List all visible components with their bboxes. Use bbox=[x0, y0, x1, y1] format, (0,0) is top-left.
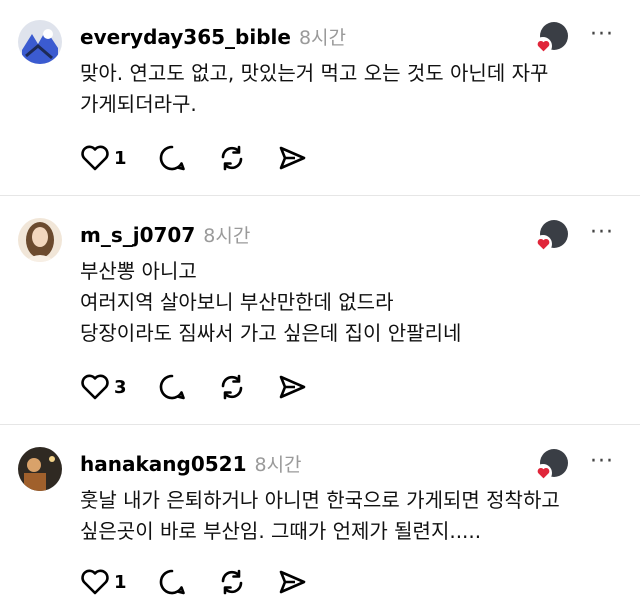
username[interactable]: m_s_j0707 bbox=[80, 223, 195, 247]
comment-icon bbox=[157, 372, 187, 402]
share-button[interactable] bbox=[277, 143, 307, 173]
heart-icon bbox=[534, 235, 552, 253]
liked-by-author-avatar[interactable] bbox=[534, 449, 568, 482]
comment-text: 맞아. 연고도 없고, 맛있는거 먹고 오는 것도 아닌데 자꾸 가게되더라구. bbox=[80, 61, 549, 116]
repost-button[interactable] bbox=[217, 143, 247, 173]
heart-icon bbox=[534, 464, 552, 482]
comment-post: everyday365_bible 8시간 ··· 맞아. 연고도 없고, 맛있… bbox=[0, 0, 640, 195]
reply-button[interactable] bbox=[157, 372, 187, 402]
avatar[interactable] bbox=[18, 447, 62, 491]
more-options-icon[interactable]: ··· bbox=[590, 449, 614, 474]
more-options-icon[interactable]: ··· bbox=[590, 220, 614, 245]
comment-post: hanakang0521 8시간 ··· 훗날 내가 은퇴하거나 아니면 한국으… bbox=[0, 424, 640, 610]
more-options-icon[interactable]: ··· bbox=[590, 22, 614, 47]
heart-icon bbox=[534, 37, 552, 55]
repost-button[interactable] bbox=[217, 567, 247, 597]
like-button[interactable]: 3 bbox=[80, 373, 127, 401]
timestamp: 8시간 bbox=[254, 454, 302, 476]
avatar[interactable] bbox=[18, 218, 62, 262]
username[interactable]: everyday365_bible bbox=[80, 25, 291, 49]
timestamp: 8시간 bbox=[298, 27, 347, 49]
repost-icon bbox=[217, 143, 247, 173]
liked-by-author-avatar[interactable] bbox=[534, 220, 568, 253]
reply-button[interactable] bbox=[157, 567, 187, 597]
like-count: 1 bbox=[114, 147, 127, 169]
comment-icon bbox=[157, 567, 187, 597]
comment-text: 훗날 내가 은퇴하거나 아니면 한국으로 가게되면 정착하고 싶은곳이 바로 부… bbox=[80, 488, 560, 543]
share-button[interactable] bbox=[277, 567, 307, 597]
timestamp: 8시간 bbox=[203, 225, 251, 247]
heart-outline-icon bbox=[80, 568, 110, 596]
avatar[interactable] bbox=[18, 20, 62, 64]
heart-outline-icon bbox=[80, 144, 110, 172]
like-button[interactable]: 1 bbox=[80, 144, 127, 172]
username[interactable]: hanakang0521 bbox=[80, 452, 246, 476]
comment-icon bbox=[157, 143, 187, 173]
repost-icon bbox=[217, 567, 247, 597]
like-count: 3 bbox=[114, 376, 127, 398]
share-button[interactable] bbox=[277, 372, 307, 402]
reply-button[interactable] bbox=[157, 143, 187, 173]
liked-by-author-avatar[interactable] bbox=[534, 22, 568, 55]
comment-text: 부산뽕 아니고 여러지역 살아보니 부산만한데 없드라 당장이라도 짐싸서 가고… bbox=[80, 259, 462, 345]
send-icon bbox=[277, 143, 307, 173]
repost-icon bbox=[217, 372, 247, 402]
repost-button[interactable] bbox=[217, 372, 247, 402]
send-icon bbox=[277, 372, 307, 402]
like-button[interactable]: 1 bbox=[80, 568, 127, 596]
heart-outline-icon bbox=[80, 373, 110, 401]
comment-post: m_s_j0707 8시간 ··· 부산뽕 아니고 여러지역 살아보니 부산만한… bbox=[0, 195, 640, 424]
like-count: 1 bbox=[114, 571, 127, 593]
send-icon bbox=[277, 567, 307, 597]
